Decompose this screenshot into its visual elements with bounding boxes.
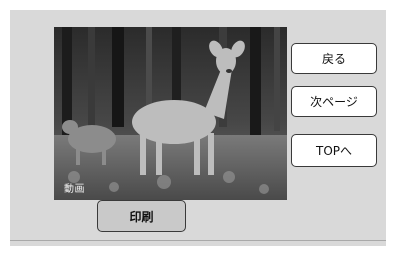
video-thumbnail[interactable]: 動画 — [54, 27, 287, 200]
print-button[interactable]: 印刷 — [97, 200, 186, 232]
back-button[interactable]: 戻る — [291, 43, 377, 74]
main-panel: 動画 戻る 次ページ TOPへ 印刷 — [10, 10, 386, 246]
top-page-button[interactable]: TOPへ — [291, 134, 377, 167]
next-page-button[interactable]: 次ページ — [291, 86, 377, 117]
deer-photo-icon — [54, 27, 287, 200]
bottom-divider — [10, 240, 386, 241]
video-label: 動画 — [64, 184, 85, 195]
